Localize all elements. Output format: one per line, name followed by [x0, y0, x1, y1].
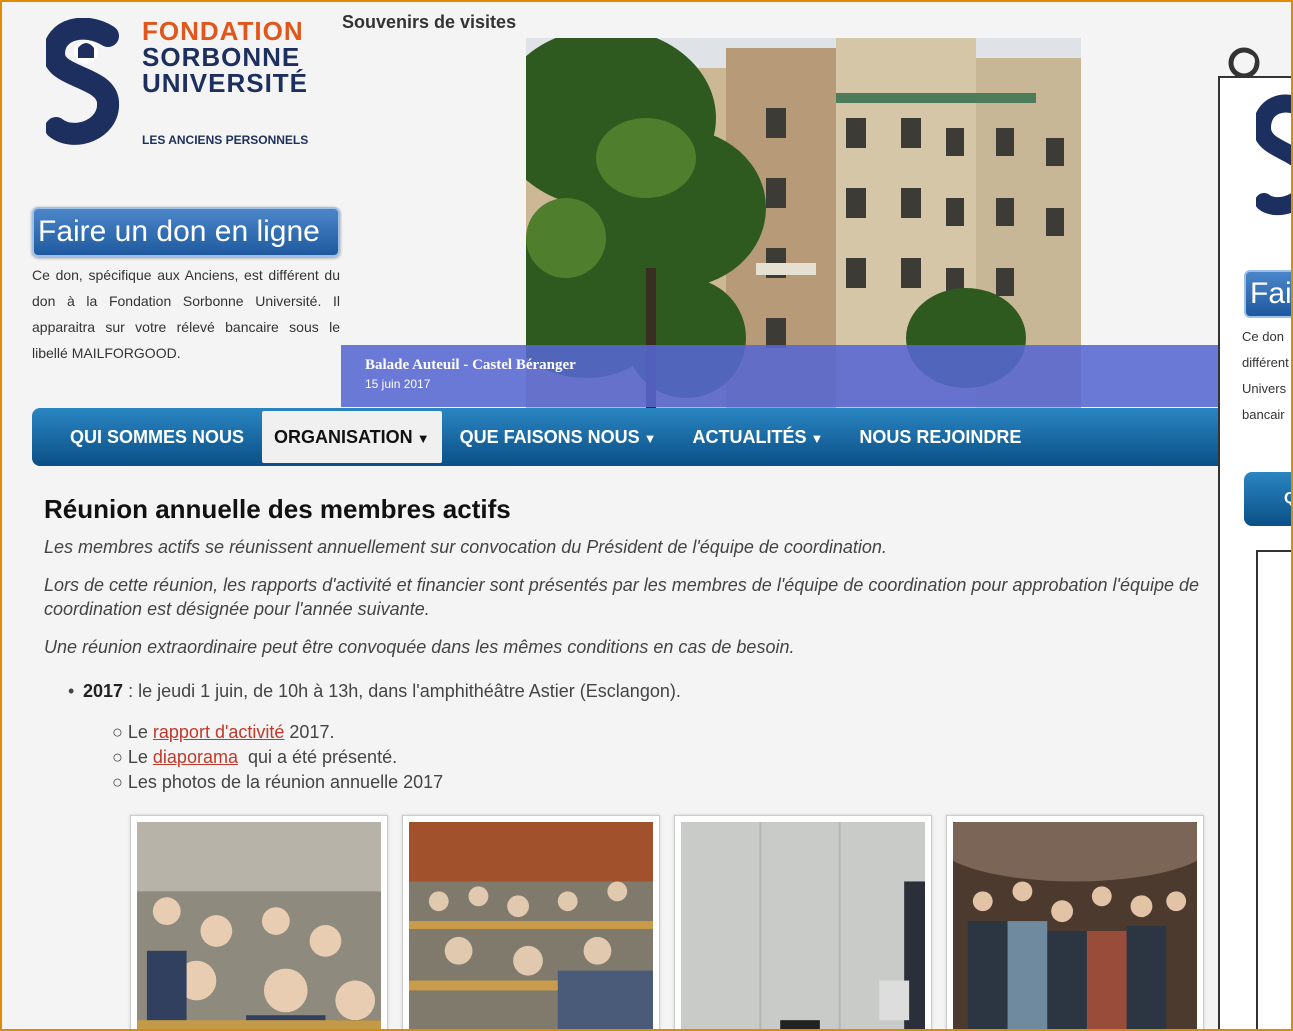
gallery-thumb[interactable] [674, 815, 932, 1031]
sorbonne-s-logo-icon [46, 18, 119, 145]
bullet-icon: • [68, 681, 75, 701]
list-item: ○ Le rapport d'activité 2017. [112, 722, 335, 742]
logo-line-fondation: FONDATION [142, 16, 304, 46]
nav-qui-sommes-nous[interactable]: QUI SOMMES NOUS [52, 413, 262, 462]
gallery-thumb[interactable] [130, 815, 388, 1031]
nav-que-faisons-nous[interactable]: QUE FAISONS NOUS ▼ [442, 413, 675, 462]
year-label: 2017 [83, 681, 124, 701]
main-navigation: QUI SOMMES NOUS ORGANISATION ▼ QUE FAISON… [32, 408, 1232, 466]
caret-down-icon: ▼ [810, 430, 824, 446]
rapport-activite-link[interactable]: rapport d'activité [153, 722, 285, 742]
slide-caption-title: Balade Auteuil - Castel Béranger [365, 357, 576, 373]
slideshow-caption[interactable]: Balade Auteuil - Castel Béranger 15 juin… [341, 345, 1221, 407]
donation-description: Ce don, spécifique aux Anciens, est diff… [32, 267, 340, 361]
gallery-thumb[interactable] [946, 815, 1204, 1031]
list-item: ○ Les photos de la réunion annuelle 2017 [112, 772, 444, 792]
cellar-visit-photo [953, 822, 1197, 1031]
slideshow-title: Souvenirs de visites [342, 12, 517, 32]
caret-down-icon: ▼ [416, 431, 430, 446]
logo-subtitle: LES ANCIENS PERSONNELS [142, 133, 309, 147]
meeting-audience-photo [137, 822, 381, 1031]
sorbonne-s-logo-icon [1256, 94, 1293, 215]
intro-paragraph-2: Lors de cette réunion, les rapports d'ac… [44, 575, 1200, 619]
photo-gallery [130, 815, 1220, 1031]
main-content: Réunion annuelle des membres actifs Les … [44, 494, 1224, 795]
year-description: : le jeudi 1 juin, de 10h à 13h, dans l'… [123, 681, 681, 701]
intro-paragraph-3: Une réunion extraordinaire peut être con… [44, 637, 795, 657]
gallery-thumb[interactable] [402, 815, 660, 1031]
list-item-2017: • 2017 : le jeudi 1 juin, de 10h à 13h, … [68, 681, 1224, 702]
intro-paragraph-1: Les membres actifs se réunissent annuell… [44, 537, 887, 557]
overlay-page-preview: Fair Ce don différent Univers bancair Q [1218, 76, 1293, 1031]
overlay-nav-item[interactable]: Q [1244, 472, 1293, 526]
nav-nous-rejoindre[interactable]: NOUS REJOINDRE [841, 413, 1039, 462]
slide-caption-date: 15 juin 2017 [365, 377, 431, 391]
amphitheatre-photo [409, 822, 653, 1031]
nav-actualites[interactable]: ACTUALITÉS ▼ [674, 413, 841, 462]
donate-online-button[interactable]: Faire un don en ligne [32, 207, 340, 257]
foundation-logo[interactable]: FONDATION SORBONNE UNIVERSITÉ LES ANCIEN… [46, 18, 331, 158]
logo-line-universite: UNIVERSITÉ [142, 68, 309, 98]
nav-organisation[interactable]: ORGANISATION ▼ [262, 411, 442, 463]
list-item: ○ Le diaporama qui a été présenté. [112, 747, 398, 767]
page-title: Réunion annuelle des membres actifs [44, 494, 511, 524]
overlay-donation-text: Ce don différent Univers bancair [1242, 329, 1289, 422]
overlay-content-box [1256, 550, 1293, 1031]
logo-line-sorbonne: SORBONNE [142, 42, 301, 72]
diaporama-link[interactable]: diaporama [153, 747, 238, 767]
overlay-donate-button[interactable]: Fair [1244, 270, 1293, 318]
sub-list: ○ Le rapport d'activité 2017. ○ Le diapo… [112, 720, 1224, 795]
caret-down-icon: ▼ [643, 430, 657, 446]
speaker-photo [681, 822, 925, 1031]
